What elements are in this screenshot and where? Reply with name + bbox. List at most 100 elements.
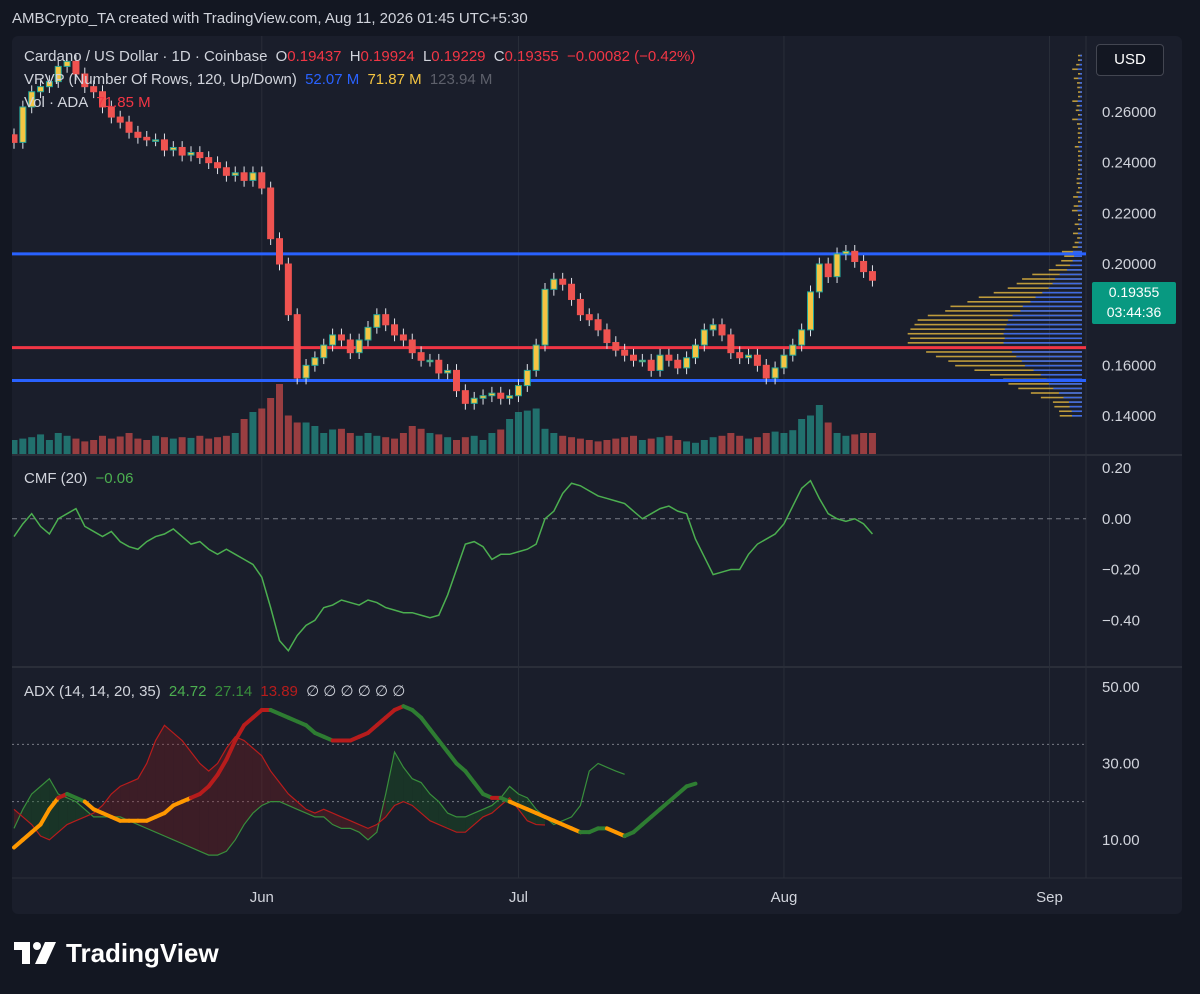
vrvp-bar-up	[1070, 406, 1082, 408]
di-fill	[244, 741, 253, 825]
volume-bar	[524, 411, 531, 454]
price-tick-label: 0.22000	[1102, 205, 1156, 222]
tradingview-brand: TradingView	[66, 938, 219, 969]
candle-body	[215, 163, 221, 168]
candle-body	[277, 239, 283, 264]
currency-button[interactable]: USD	[1096, 44, 1164, 76]
volume-bar	[55, 433, 62, 454]
volume-bar	[294, 423, 301, 455]
vrvp-bar-up	[1080, 96, 1082, 98]
vrvp-bar-up	[1069, 401, 1082, 403]
volume-bar	[798, 419, 805, 454]
vrvp-bar-up	[1049, 383, 1082, 385]
vrvp-bar-up	[1080, 160, 1082, 162]
volume-bar	[435, 434, 442, 454]
volume-bar	[365, 433, 372, 454]
volume-bar	[81, 441, 88, 454]
vrvp-bar-up	[1077, 210, 1082, 212]
cmf-legend: CMF (20) −0.06	[24, 470, 137, 487]
vrvp-label[interactable]: VRVP (Number Of Rows, 120, Up/Down)	[24, 71, 297, 88]
volume-bar	[249, 412, 256, 454]
candle-body	[161, 140, 167, 150]
di-fill	[253, 748, 262, 813]
adx-line	[439, 741, 448, 752]
volume-bar	[418, 429, 425, 454]
volume-bar	[134, 439, 141, 454]
candle-body	[330, 335, 336, 345]
volume-bar	[603, 440, 610, 454]
tradingview-logo-icon	[14, 940, 58, 966]
candle-body	[489, 393, 495, 396]
candle-body	[126, 122, 132, 132]
cmf-tick-label: −0.20	[1102, 562, 1140, 579]
candle-body	[188, 153, 194, 156]
candle-body	[365, 327, 371, 340]
candle-body	[613, 343, 619, 351]
vrvp-bar-up	[1022, 360, 1082, 362]
candle-body	[754, 355, 760, 365]
vrvp-bar-up	[1080, 73, 1082, 75]
volume-bar	[338, 429, 345, 454]
vrvp-bar-up	[1080, 201, 1082, 203]
di-fill	[439, 802, 448, 829]
chart-canvas[interactable]: JunJulAugSep0.280000.260000.240000.22000…	[12, 36, 1182, 914]
vrvp-legend: VRVP (Number Of Rows, 120, Up/Down) 52.0…	[24, 71, 496, 88]
vrvp-bar-up	[1080, 155, 1082, 157]
vrvp-bar-up	[1078, 119, 1082, 121]
vrvp-bar-up	[1072, 415, 1082, 417]
volume-bar	[471, 436, 478, 454]
di-fill	[235, 737, 244, 840]
volume-bar	[807, 416, 814, 455]
di-fill	[156, 725, 165, 836]
vrvp-bar-up	[1034, 369, 1082, 371]
cmf-label[interactable]: CMF (20)	[24, 470, 87, 487]
volume-bar	[241, 419, 248, 454]
volume-bar	[462, 437, 469, 454]
volume-bar	[46, 440, 53, 454]
x-tick-label: Jun	[250, 889, 274, 906]
candle-body	[392, 325, 398, 335]
volume-bar	[559, 436, 566, 454]
x-tick-label: Jul	[509, 889, 528, 906]
volume-bar	[657, 437, 664, 454]
volume-bar	[736, 436, 743, 454]
symbol-label[interactable]: Cardano / US Dollar · 1D · Coinbase	[24, 48, 267, 65]
vrvp-bar-up	[1013, 315, 1082, 317]
volume-bar	[683, 441, 690, 454]
chart-panel[interactable]: JunJulAugSep0.280000.260000.240000.22000…	[12, 36, 1182, 914]
volume-bar	[497, 430, 504, 455]
vrvp-bar-up	[1080, 214, 1082, 216]
candle-body	[507, 396, 513, 399]
volume-legend: Vol · ADA 71.85 M	[24, 94, 155, 111]
volume-bar	[12, 440, 18, 454]
candle-body	[569, 284, 575, 299]
x-tick-label: Sep	[1036, 889, 1063, 906]
volume-bar	[630, 436, 637, 454]
adx-label[interactable]: ADX (14, 14, 20, 35)	[24, 683, 161, 700]
vrvp-bar-up	[1055, 278, 1082, 280]
vrvp-bar-up	[1059, 392, 1082, 394]
vrvp-bar-up	[1078, 246, 1082, 248]
volume-bar	[126, 433, 133, 454]
vrvp-bar-up	[1036, 296, 1082, 298]
vrvp-bar-up	[1080, 228, 1082, 230]
volume-bar	[223, 436, 230, 454]
volume-label[interactable]: Vol · ADA	[24, 94, 88, 111]
di-fill	[173, 733, 182, 844]
candle-body	[347, 340, 353, 353]
candle-body	[144, 137, 150, 140]
candle-body	[604, 330, 610, 343]
high-value: 0.19924	[361, 48, 415, 65]
candle-body	[852, 251, 858, 261]
candle-body	[294, 315, 300, 378]
volume-bar	[772, 432, 779, 454]
volume-bar	[161, 437, 168, 454]
candle-body	[816, 264, 822, 292]
candle-body	[241, 173, 247, 181]
vrvp-bar-up	[1078, 233, 1082, 235]
volume-bar	[842, 436, 849, 454]
price-tick-label: 0.16000	[1102, 357, 1156, 374]
di-fill	[492, 798, 501, 813]
open-value: 0.19437	[287, 48, 341, 65]
vrvp-bar-up	[1053, 283, 1082, 285]
